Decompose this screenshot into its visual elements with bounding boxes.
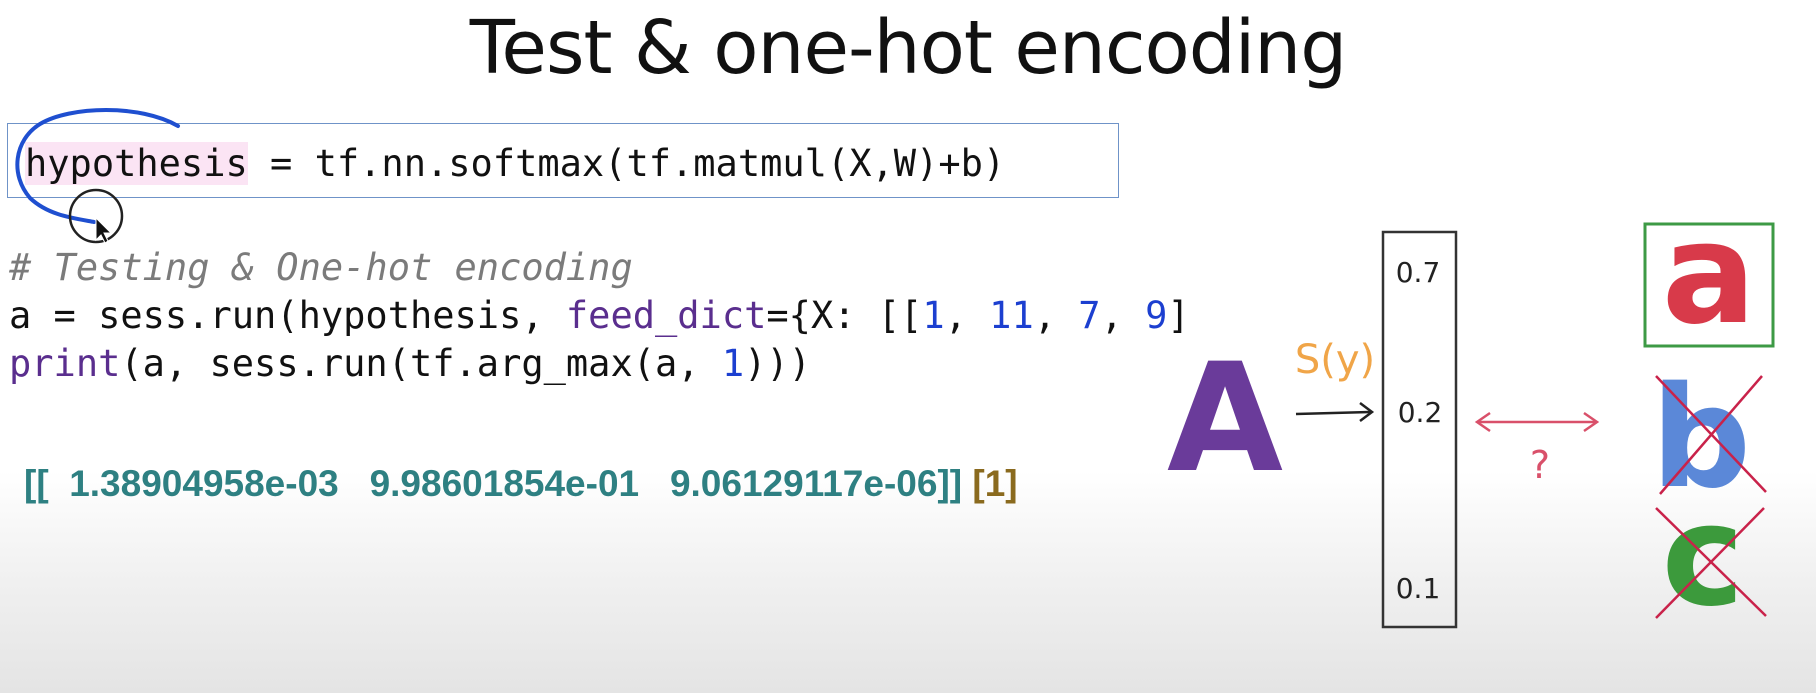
probability-value: 0.1 <box>1396 572 1441 605</box>
function-label: S(y) <box>1295 337 1375 383</box>
annotation-circle-stroke <box>15 108 180 224</box>
probability-column <box>1381 230 1458 629</box>
right-arrow-icon <box>1295 402 1375 422</box>
double-arrow-icon <box>1474 411 1600 433</box>
compare-question-mark: ? <box>1530 443 1550 487</box>
input-letter: A <box>1167 332 1283 506</box>
candidate-letter: c <box>1662 475 1745 638</box>
candidate-letter: a <box>1662 193 1756 356</box>
cursor-icon <box>68 188 124 244</box>
probability-value: 0.2 <box>1398 396 1443 429</box>
probability-value: 0.7 <box>1396 256 1441 289</box>
diagram-overlay: A S(y) 0.7 0.2 0.1 ? a b c <box>15 108 1775 638</box>
